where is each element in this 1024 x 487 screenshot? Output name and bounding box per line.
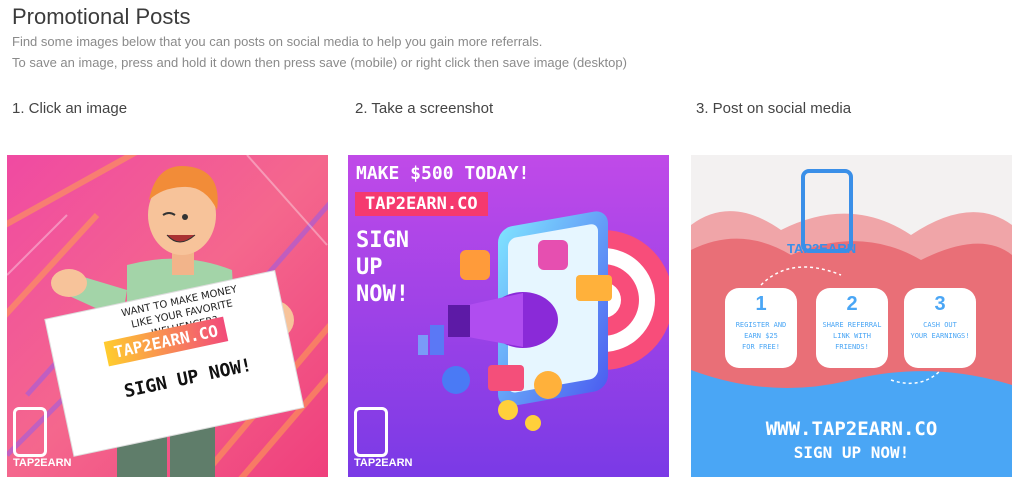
- step-card-1: 1 REGISTER AND EARN $25 FOR FREE!: [725, 293, 797, 353]
- logo-text: TAP2EARN: [354, 457, 413, 469]
- headline: MAKE $500 TODAY!: [356, 163, 530, 184]
- page-subtitle-line-2: To save an image, press and hold it down…: [12, 55, 627, 70]
- step-1-label: 1. Click an image: [12, 100, 128, 117]
- site-badge: TAP2EARN.CO: [355, 192, 488, 216]
- step-2-line-1: SHARE REFERRAL: [822, 321, 882, 329]
- step-2-line-3: FRIENDS!: [835, 343, 869, 351]
- step-3-label: 3. Post on social media: [696, 100, 852, 117]
- step-card-3: 3 CASH OUT YOUR EARNINGS!: [904, 293, 976, 342]
- step-card-2: 2 SHARE REFERRAL LINK WITH FRIENDS!: [816, 293, 888, 353]
- cta: SIGN UP NOW!: [793, 443, 910, 462]
- phone-logo-icon: [354, 407, 388, 457]
- phone-logo-icon: [13, 407, 47, 457]
- promo-image-three-steps[interactable]: TAP2EARN 1 REGISTER AND EARN $25 FOR FRE…: [691, 155, 1012, 477]
- page-subtitle-line-1: Find some images below that you can post…: [12, 34, 543, 49]
- step-2-number: 2: [846, 293, 858, 315]
- logo-text: TAP2EARN: [787, 241, 857, 256]
- step-3-number: 3: [934, 293, 946, 315]
- step-1-line-1: REGISTER AND: [735, 321, 787, 329]
- cta-line-3: NOW!: [356, 282, 409, 307]
- cta-block: SIGN UP NOW!: [356, 227, 409, 308]
- cta-line-1: SIGN: [356, 228, 409, 253]
- promo-image-influencer[interactable]: WANT TO MAKE MONEY LIKE YOUR FAVORITE IN…: [7, 155, 328, 477]
- logo-text: TAP2EARN: [13, 457, 72, 469]
- site-url: WWW.TAP2EARN.CO: [765, 418, 938, 440]
- step-3-line-1: CASH OUT: [923, 321, 957, 329]
- step-2-label: 2. Take a screenshot: [355, 100, 494, 117]
- promo-image-make-500[interactable]: MAKE $500 TODAY! TAP2EARN.CO SIGN UP NOW…: [348, 155, 669, 477]
- step-3-line-2: YOUR EARNINGS!: [910, 332, 970, 340]
- step-1-line-2: EARN $25: [744, 332, 778, 340]
- step-1-line-3: FOR FREE!: [742, 343, 780, 351]
- step-1-number: 1: [755, 293, 767, 315]
- cta-line-2: UP: [356, 255, 383, 280]
- page-title: Promotional Posts: [12, 4, 191, 29]
- step-2-line-2: LINK WITH: [833, 332, 871, 340]
